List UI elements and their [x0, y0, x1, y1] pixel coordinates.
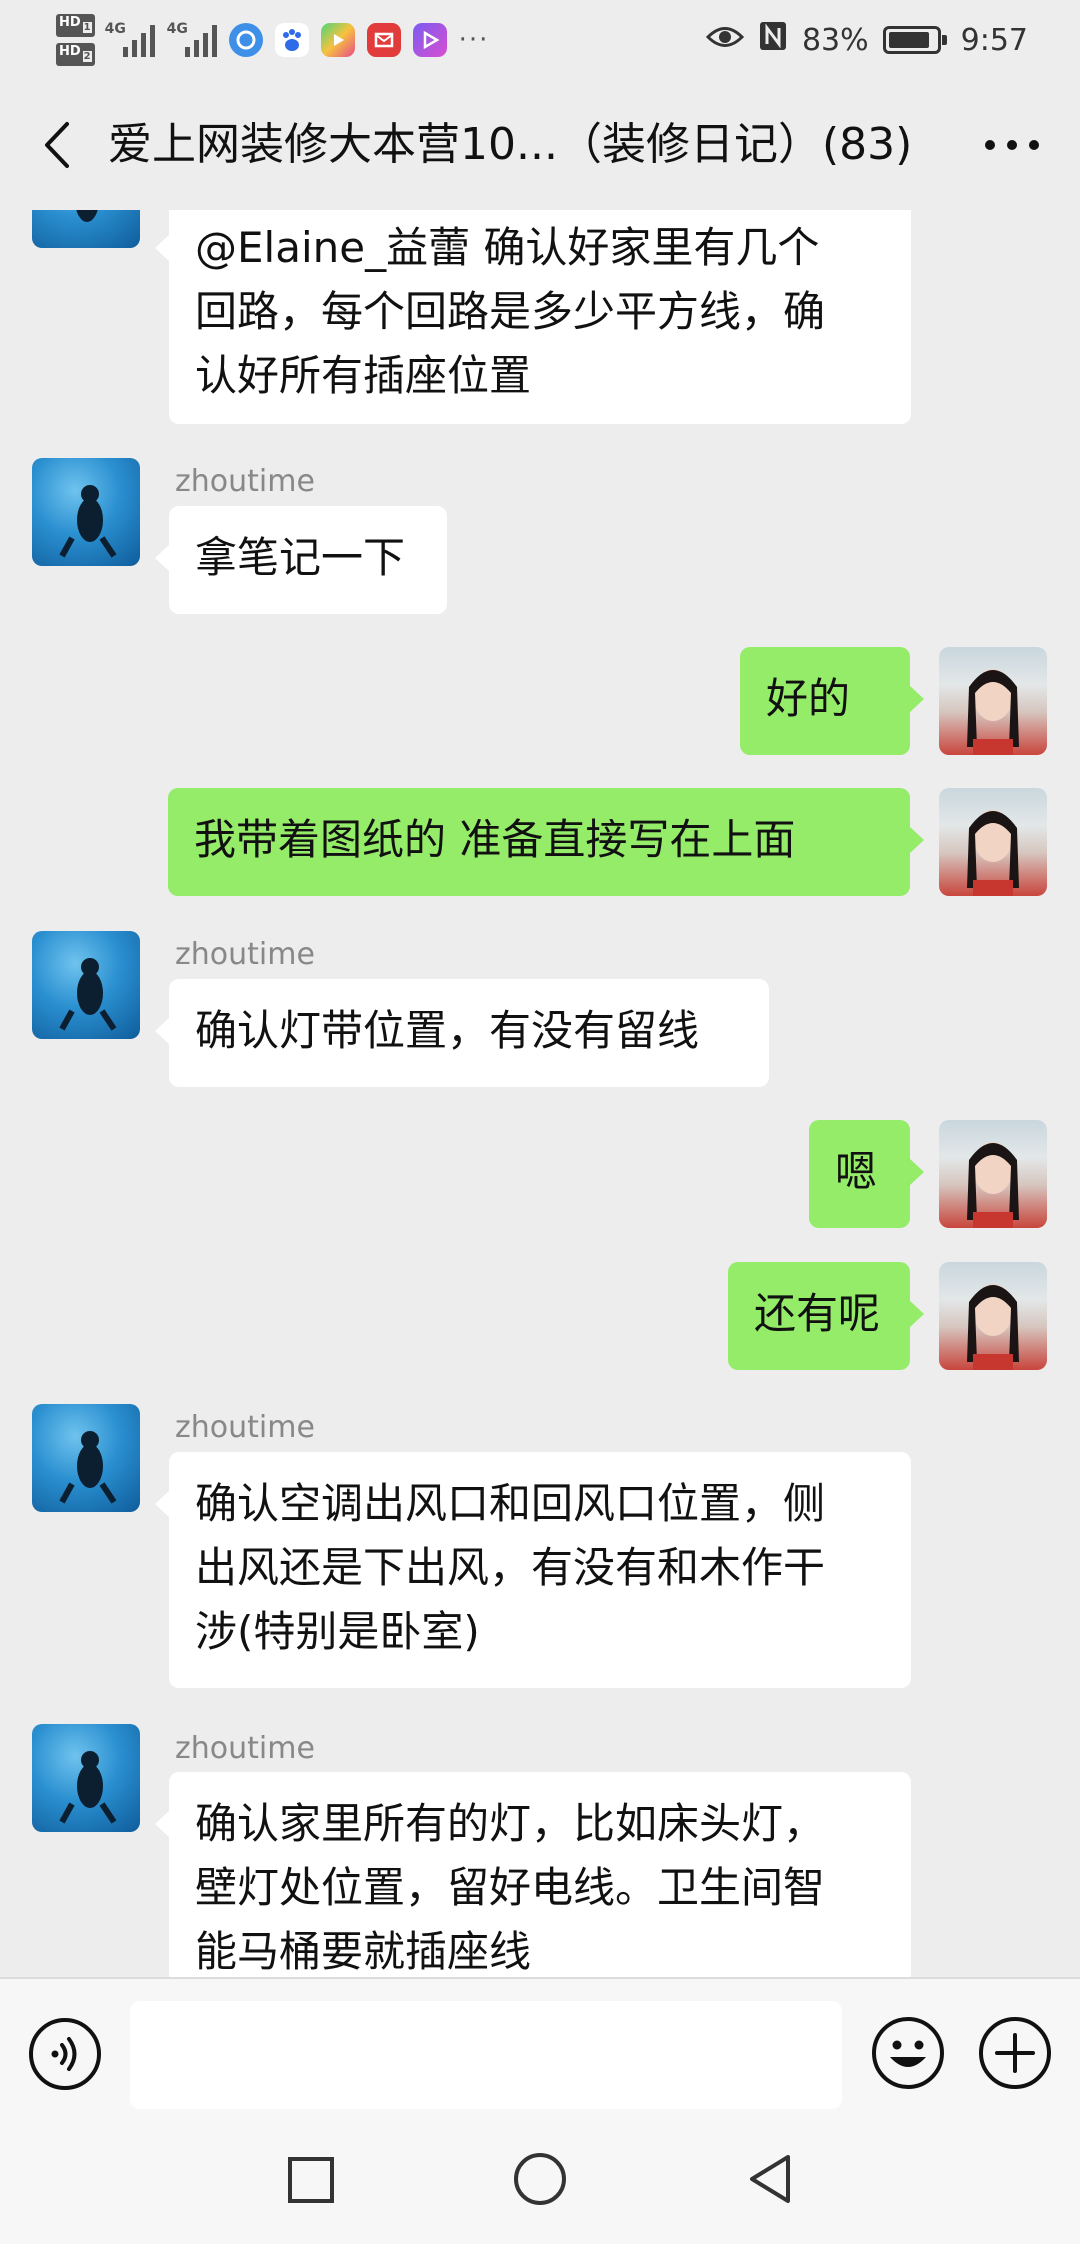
avatar[interactable] [32, 458, 140, 566]
circle-icon [514, 2153, 566, 2205]
hd2-sub: 2 [82, 50, 92, 62]
plus-icon [979, 2017, 1051, 2089]
message-line: 拿笔记一下 [195, 533, 406, 582]
message-line: 回路，每个回路是多少平方线，确 [195, 287, 826, 336]
message-line: 出风还是下出风，有没有和木作干 [195, 1543, 826, 1592]
message-input[interactable] [130, 2001, 842, 2109]
voice-icon [29, 2018, 101, 2090]
message-line: 涉(特别是卧室) [195, 1607, 480, 1656]
voice-button[interactable] [28, 2017, 102, 2091]
chat-header: 爱上网装修大本营10...（装修日记）(83) [0, 80, 1080, 210]
message-bubble[interactable]: 确认家里所有的灯，比如床头灯， 壁灯处位置，留好电线。卫生间智 能马桶要就插座线 [155, 1772, 911, 1977]
chat-title: 爱上网装修大本营10...（装修日记）(83) [108, 119, 913, 170]
message-bubble-self[interactable]: 嗯 [809, 1120, 924, 1228]
square-icon [288, 2157, 334, 2203]
hd1-sub: 1 [82, 22, 92, 33]
chevron-left-icon [45, 122, 69, 168]
message-list[interactable]: @Elaine_益蕾 确认好家里有几个 回路，每个回路是多少平方线，确 认好所有… [0, 210, 1080, 1977]
message-line: 确认灯带位置，有没有留线 [195, 1006, 700, 1055]
message-bubble[interactable]: 确认灯带位置，有没有留线 [155, 979, 769, 1087]
message-line: 我带着图纸的 准备直接写在上面 [194, 815, 796, 864]
player-icon [412, 23, 447, 57]
status-right: 83% 9:57 [705, 10, 1028, 70]
hd-indicators: HD 1 HD 2 [56, 14, 95, 66]
message-line: 好的 [766, 674, 851, 723]
message-bubble-self[interactable]: 还有呢 [728, 1262, 924, 1370]
browser-icon [228, 23, 263, 57]
net1-label: 4G [104, 21, 126, 37]
message-bubble[interactable]: 确认空调出风口和回风口位置，侧 出风还是下出风，有没有和木作干 涉(特别是卧室) [155, 1452, 911, 1688]
message-bubble[interactable]: @Elaine_益蕾 确认好家里有几个 回路，每个回路是多少平方线，确 认好所有… [155, 210, 911, 424]
signal2-icon: 4G [166, 21, 217, 57]
eye-icon [705, 23, 745, 58]
home-button[interactable] [512, 2151, 568, 2207]
signal1-icon: 4G [104, 21, 155, 57]
recent-apps-button[interactable] [286, 2155, 336, 2205]
avatar[interactable] [32, 210, 140, 248]
message-line: 还有呢 [754, 1289, 881, 1338]
message-line: 确认家里所有的灯，比如床头灯， [195, 1799, 826, 1848]
more-dots-icon [985, 140, 1039, 150]
avatar[interactable] [32, 1724, 140, 1832]
input-bar [0, 1977, 1080, 2127]
plus-button[interactable] [977, 2015, 1053, 2091]
avatar[interactable] [32, 1404, 140, 1512]
self-avatar[interactable] [939, 1262, 1047, 1370]
sender-name: zhoutime [175, 1731, 315, 1766]
hd2-label: HD [59, 44, 81, 59]
message-line: 认好所有插座位置 [195, 351, 532, 400]
net2-label: 4G [166, 21, 188, 37]
message-line: @Elaine_益蕾 确认好家里有几个 [195, 223, 820, 272]
back-button[interactable] [28, 112, 84, 178]
sender-name: zhoutime [175, 464, 315, 499]
self-avatar[interactable] [939, 1120, 1047, 1228]
message-line: 能马桶要就插座线 [195, 1927, 532, 1976]
battery-percent: 83% [801, 22, 869, 58]
avatar[interactable] [32, 931, 140, 1039]
baidu-icon [274, 23, 309, 57]
sender-name: zhoutime [175, 937, 315, 972]
message-line: 壁灯处位置，留好电线。卫生间智 [195, 1863, 826, 1912]
self-avatar[interactable] [939, 647, 1047, 755]
status-left: HD 1 HD 2 4G 4G ··· [56, 10, 489, 70]
clock: 9:57 [960, 22, 1028, 58]
emoji-icon [872, 2017, 944, 2089]
message-line: 嗯 [835, 1147, 878, 1196]
sender-name: zhoutime [175, 1410, 315, 1445]
self-avatar[interactable] [939, 788, 1047, 896]
hd2-icon: HD 2 [56, 43, 95, 66]
message-line: 确认空调出风口和回风口位置，侧 [195, 1479, 826, 1528]
triangle-back-icon [750, 2155, 790, 2203]
video-icon [320, 23, 355, 57]
emoji-button[interactable] [870, 2015, 946, 2091]
mail-icon [366, 23, 401, 57]
hd1-label: HD [59, 15, 81, 31]
system-back-button[interactable] [742, 2151, 798, 2207]
status-bar: HD 1 HD 2 4G 4G ··· 83% 9:57 [0, 0, 1080, 80]
system-nav-bar [0, 2127, 1080, 2244]
hd1-icon: HD 1 [56, 14, 95, 37]
message-bubble-self[interactable]: 我带着图纸的 准备直接写在上面 [168, 788, 924, 896]
status-more: ··· [458, 25, 490, 55]
nfc-icon [758, 20, 788, 60]
more-button[interactable] [972, 114, 1052, 176]
battery-icon [882, 26, 947, 54]
message-bubble[interactable]: 拿笔记一下 [155, 506, 447, 614]
message-bubble-self[interactable]: 好的 [740, 647, 924, 755]
